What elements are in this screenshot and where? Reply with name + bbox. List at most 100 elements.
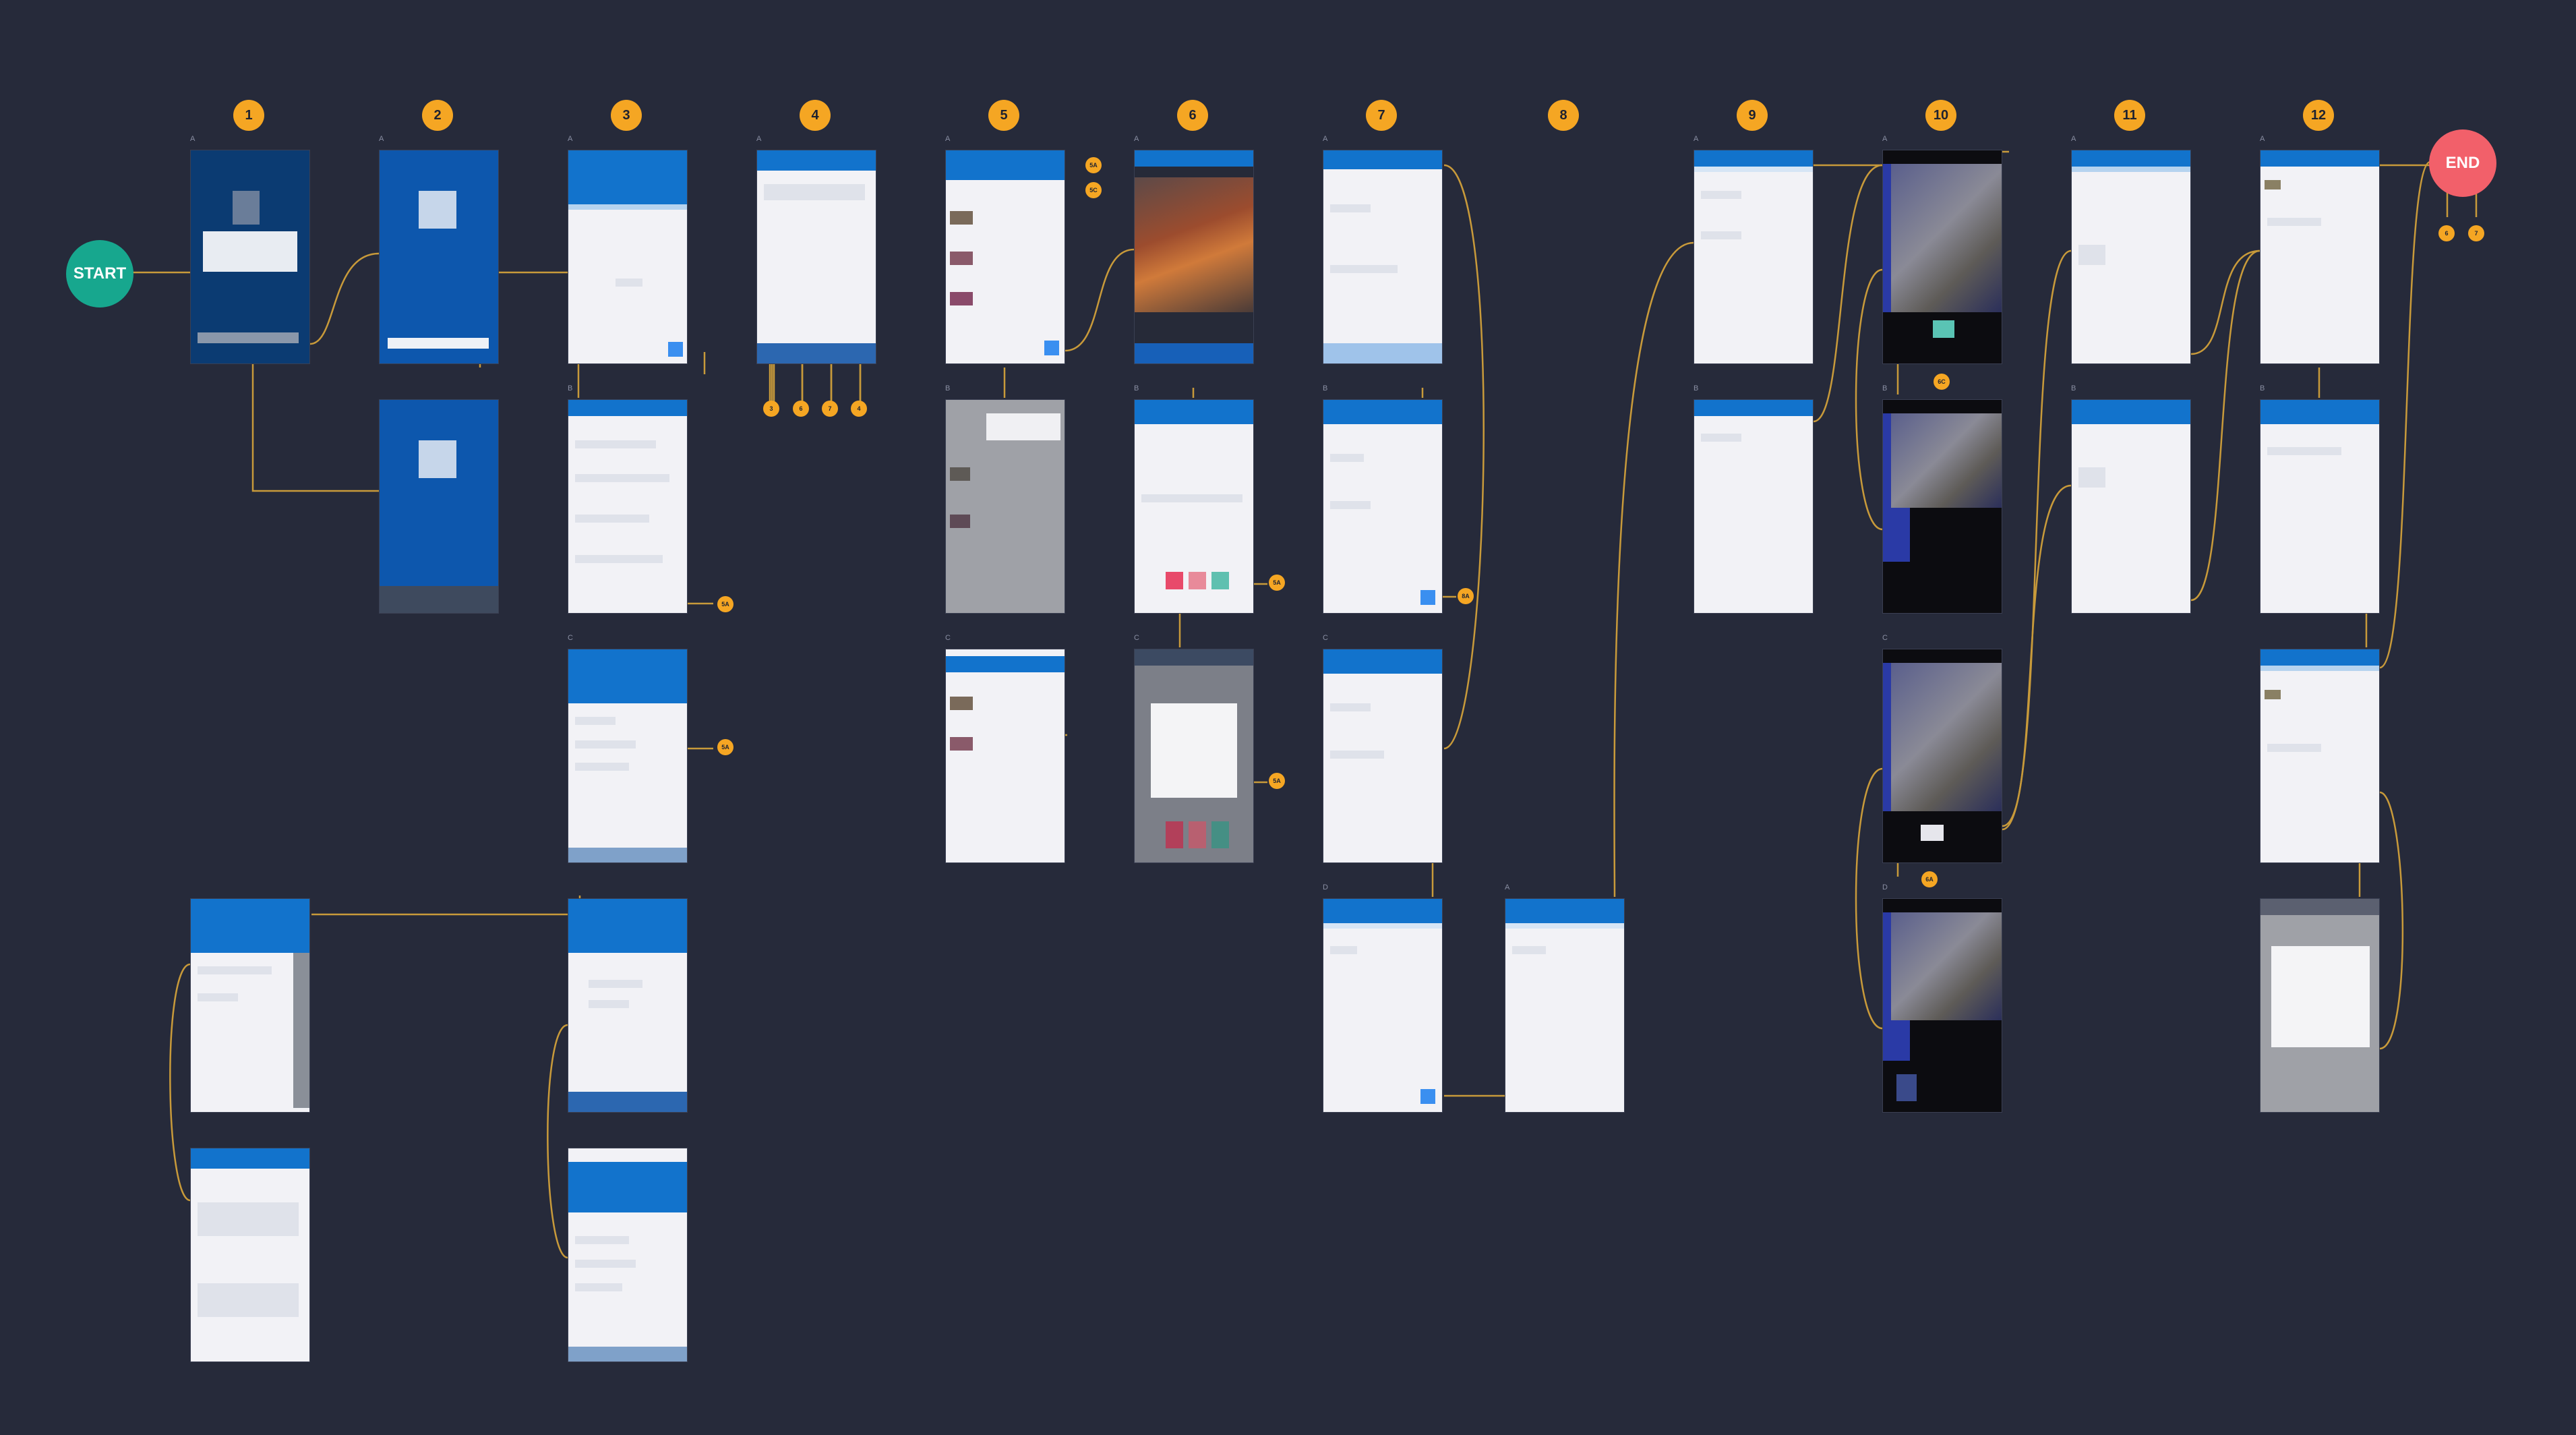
screen-label: B (1134, 384, 1139, 392)
screen-thumbnail (1882, 649, 2002, 863)
screen-thumbnail (1323, 649, 1443, 863)
screen-thumbnail (2260, 898, 2380, 1113)
column-number-badge: 3 (611, 100, 642, 131)
screen-label: A (1134, 135, 1139, 143)
connector (1065, 248, 1135, 352)
screen-label: A (1882, 135, 1888, 143)
screen-thumbnail (945, 649, 1065, 863)
screen-label: A (945, 135, 951, 143)
end-ref-badge: 6 (2438, 225, 2455, 241)
column-number-badge: 1 (233, 100, 264, 131)
screen-thumbnail (1323, 898, 1443, 1113)
screen-thumbnail (1134, 649, 1254, 863)
connector (251, 364, 379, 492)
connector (2002, 250, 2072, 831)
screen-thumbnail (190, 898, 310, 1113)
screen-label: D (1323, 883, 1328, 891)
screen-label: C (1882, 634, 1888, 642)
screen-thumbnail (2071, 150, 2191, 364)
column-number-badge: 12 (2303, 100, 2334, 131)
screen-label: A (1694, 135, 1699, 143)
screen-thumbnail (1323, 399, 1443, 614)
screen-thumbnail (1882, 150, 2002, 364)
connector (1855, 268, 1883, 531)
screen-thumbnail (568, 399, 688, 614)
screen-thumbnail (2260, 649, 2380, 863)
screen-label: C (1323, 634, 1328, 642)
screen-thumbnail (1882, 399, 2002, 614)
screen-label: D (1882, 883, 1888, 891)
screen-label: A (756, 135, 762, 143)
screen-thumbnail (379, 150, 499, 364)
screen-label: A (2260, 135, 2265, 143)
screen-thumbnail (1694, 150, 1814, 364)
screen-thumbnail (568, 1148, 688, 1362)
screen-label: A (379, 135, 384, 143)
reference-badge: 7 (822, 401, 838, 417)
reference-badge: 5A (1085, 157, 1102, 173)
screen-thumbnail (568, 898, 688, 1113)
reference-badge: 8A (1458, 588, 1474, 604)
reference-badge: 6C (1934, 374, 1950, 390)
column-number-badge: 4 (800, 100, 831, 131)
screen-label: A (190, 135, 196, 143)
reference-badge: 5A (1269, 575, 1285, 591)
connector (2379, 791, 2404, 1050)
connector (1813, 164, 1883, 423)
screen-thumbnail (1134, 399, 1254, 614)
screen-thumbnail (379, 399, 499, 614)
screen-label: B (1323, 384, 1328, 392)
connector (1855, 767, 1883, 1030)
screen-label: B (2260, 384, 2265, 392)
column-number-badge: 8 (1548, 100, 1579, 131)
connector (771, 361, 862, 415)
connector (2190, 250, 2260, 602)
screen-thumbnail (945, 399, 1065, 614)
screen-label: C (1134, 634, 1139, 642)
end-node: END (2429, 129, 2496, 197)
screen-thumbnail (568, 150, 688, 364)
user-flow-diagram: START END 6 7 1 2 3 4 5 6 7 8 9 10 11 12… (0, 0, 2576, 1435)
screen-label: B (1694, 384, 1699, 392)
connector (309, 252, 380, 345)
column-number-badge: 10 (1925, 100, 1956, 131)
reference-badge: 5A (1269, 773, 1285, 789)
screen-label: A (1505, 883, 1510, 891)
reference-badge: 5C (1085, 182, 1102, 198)
column-number-badge: 5 (988, 100, 1019, 131)
screen-label: C (568, 634, 573, 642)
screen-thumbnail (1505, 898, 1625, 1113)
end-ref-badge: 7 (2468, 225, 2484, 241)
screen-label: A (568, 135, 573, 143)
connector (769, 361, 862, 408)
screen-label: C (945, 634, 951, 642)
screen-thumbnail (945, 150, 1065, 364)
connector (1443, 164, 1485, 750)
screen-thumbnail (2260, 399, 2380, 614)
screen-label: A (1323, 135, 1328, 143)
reference-badge: 6 (793, 401, 809, 417)
screen-thumbnail (1882, 898, 2002, 1113)
column-number-badge: 6 (1177, 100, 1208, 131)
connector (2379, 160, 2431, 669)
column-number-badge: 9 (1737, 100, 1768, 131)
screen-thumbnail (756, 150, 876, 364)
screen-thumbnail (1694, 399, 1814, 614)
screen-label: B (945, 384, 951, 392)
screen-label: A (2071, 135, 2076, 143)
connector (1613, 241, 1694, 898)
column-number-badge: 7 (1366, 100, 1397, 131)
screen-thumbnail (2071, 399, 2191, 614)
reference-badge: 6A (1921, 871, 1938, 887)
screen-thumbnail (1134, 150, 1254, 364)
connector (169, 963, 191, 1202)
screen-thumbnail (190, 150, 310, 364)
connector (547, 1024, 568, 1259)
screen-label: B (2071, 384, 2076, 392)
column-number-badge: 2 (422, 100, 453, 131)
reference-badge: 4 (851, 401, 867, 417)
screen-thumbnail (2260, 150, 2380, 364)
screen-thumbnail (190, 1148, 310, 1362)
start-node: START (66, 240, 133, 308)
column-number-badge: 11 (2114, 100, 2145, 131)
